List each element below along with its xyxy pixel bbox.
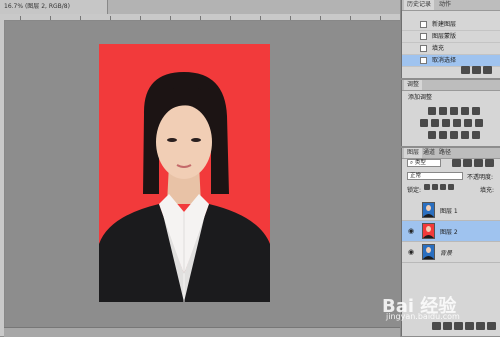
filter-shape-icon[interactable] — [485, 159, 494, 167]
lock-transparent-icon[interactable] — [424, 184, 430, 190]
history-item[interactable]: 填充 — [402, 43, 500, 55]
history-item-icon — [420, 21, 427, 28]
history-item-icon — [420, 57, 427, 64]
tab-paths[interactable]: 路径 — [436, 148, 454, 158]
trash-icon[interactable] — [483, 66, 492, 74]
canvas-photo[interactable] — [99, 44, 270, 302]
threshold-icon[interactable] — [450, 131, 458, 139]
history-item-icon — [420, 33, 427, 40]
lock-all-icon[interactable] — [448, 184, 454, 190]
selective-color-icon[interactable] — [472, 131, 480, 139]
visibility-toggle[interactable] — [407, 206, 415, 214]
document-tab-strip: 16.7% (图层 2, RGB/8) — [0, 0, 400, 15]
channel-mixer-icon[interactable] — [464, 119, 472, 127]
lock-label: 锁定: — [407, 187, 422, 194]
black-white-icon[interactable] — [442, 119, 450, 127]
adjustment-layer-icon[interactable] — [465, 322, 474, 330]
filter-pixel-icon[interactable] — [452, 159, 461, 167]
tab-adjustments[interactable]: 调整 — [404, 80, 423, 90]
opacity-label: 不透明度: — [467, 174, 494, 181]
history-item[interactable]: 新建图层 — [402, 19, 500, 31]
lock-pixels-icon[interactable] — [432, 184, 438, 190]
new-snapshot-icon[interactable] — [461, 66, 470, 74]
photo-filter-icon[interactable] — [453, 119, 461, 127]
layer-row[interactable]: 图层 1 — [402, 200, 500, 221]
new-document-icon[interactable] — [472, 66, 481, 74]
fill-label: 填充: — [480, 187, 495, 194]
history-item[interactable]: 图层蒙版 — [402, 31, 500, 43]
search-icon: ⌕ — [410, 160, 414, 166]
gradient-map-icon[interactable] — [461, 131, 469, 139]
filter-type-icon[interactable] — [474, 159, 483, 167]
history-panel-tabs: 历史记录 动作 — [402, 0, 500, 11]
hue-saturation-icon[interactable] — [420, 119, 428, 127]
tab-history[interactable]: 历史记录 — [404, 0, 435, 10]
layer-thumbnail — [422, 202, 435, 218]
exposure-icon[interactable] — [461, 107, 469, 115]
layer-filter-select[interactable]: ⌕ 类型 — [407, 159, 441, 167]
brightness-icon[interactable] — [428, 107, 436, 115]
curves-icon[interactable] — [450, 107, 458, 115]
filter-adjustment-icon[interactable] — [463, 159, 472, 167]
eye-icon[interactable]: ◉ — [407, 248, 415, 256]
invert-icon[interactable] — [428, 131, 436, 139]
layer-thumbnail — [422, 244, 435, 260]
color-lookup-icon[interactable] — [475, 119, 483, 127]
horizontal-ruler — [0, 14, 400, 21]
vertical-ruler — [0, 20, 5, 336]
color-balance-icon[interactable] — [431, 119, 439, 127]
folder-icon[interactable] — [476, 322, 485, 330]
mask-icon[interactable] — [454, 322, 463, 330]
document-tab[interactable]: 16.7% (图层 2, RGB/8) — [0, 0, 108, 14]
lock-position-icon[interactable] — [440, 184, 446, 190]
history-item-icon — [420, 45, 427, 52]
layer-row[interactable]: ◉ 背景 — [402, 242, 500, 263]
vibrance-icon[interactable] — [472, 107, 480, 115]
levels-icon[interactable] — [439, 107, 447, 115]
layer-thumbnail — [422, 223, 435, 239]
watermark-url: jingyan.baidu.com — [386, 312, 460, 321]
eye-icon[interactable]: ◉ — [407, 227, 415, 235]
tab-actions[interactable]: 动作 — [436, 0, 454, 10]
trash-icon[interactable] — [487, 322, 496, 330]
history-panel: 历史记录 动作 新建图层 图层蒙版 填充 取消选择 — [401, 0, 500, 78]
portrait-image — [99, 44, 270, 302]
blend-mode-select[interactable]: 正常 — [407, 172, 463, 180]
adjustments-title: 添加调整 — [408, 94, 433, 101]
adjustments-panel: 调整 添加调整 — [401, 80, 500, 146]
fx-icon[interactable] — [443, 322, 452, 330]
link-icon[interactable] — [432, 322, 441, 330]
posterize-icon[interactable] — [439, 131, 447, 139]
layer-row-selected[interactable]: ◉ 图层 2 — [402, 221, 500, 242]
